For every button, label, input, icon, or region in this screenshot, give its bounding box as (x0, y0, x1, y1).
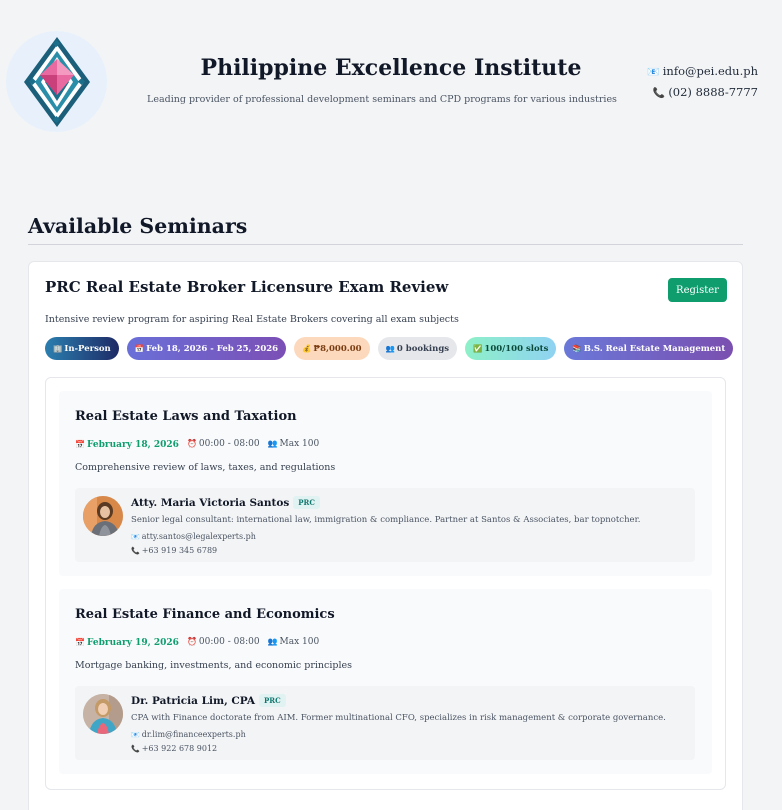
session-capacity: 👥 Max 100 (268, 637, 320, 648)
session-title: Real Estate Laws and Taxation (75, 409, 297, 424)
speaker-photo-icon (83, 694, 123, 734)
badge-format-label: In-Person (64, 343, 111, 354)
site-subtitle: Leading provider of professional develop… (147, 94, 617, 105)
speaker-bio: Senior legal consultant: international l… (131, 515, 641, 525)
diamond-logo-icon (23, 36, 90, 127)
speaker-phone-text: +63 922 678 9012 (141, 744, 218, 753)
speaker-email[interactable]: 📧 dr.lim@financeexperts.ph (131, 730, 246, 739)
books-icon: 📚 (572, 344, 582, 353)
register-button[interactable]: Register (668, 278, 727, 302)
session-time: ⏰ 00:00 - 08:00 (187, 439, 260, 450)
badge-degree: 📚 B.S. Real Estate Management (564, 337, 734, 360)
envelope-icon: 📧 (647, 67, 660, 78)
session-date-text: February 19, 2026 (86, 638, 179, 648)
badge-degree-label: B.S. Real Estate Management (583, 343, 726, 354)
session-description: Comprehensive review of laws, taxes, and… (75, 462, 336, 473)
session-meta: 📅 February 19, 2026 ⏰ 00:00 - 08:00 👥 Max 1… (75, 637, 319, 648)
phone-icon: 📞 (652, 88, 666, 99)
session-item: Real Estate Finance and Economics 📅 Febru… (59, 589, 712, 774)
session-time-text: 00:00 - 08:00 (198, 439, 260, 449)
speaker-card: Dr. Patricia Lim, CPA PRC CPA with Financ… (75, 686, 695, 760)
building-icon: 🏢 (53, 344, 63, 353)
session-meta: 📅 February 18, 2026 ⏰ 00:00 - 08:00 👥 Max 1… (75, 439, 319, 450)
section-title: Available Seminars (28, 214, 248, 238)
session-time: ⏰ 00:00 - 08:00 (187, 637, 260, 648)
session-capacity: 👥 Max 100 (268, 439, 320, 450)
badge-dates: 📅 Feb 18, 2026 - Feb 25, 2026 (126, 337, 287, 360)
contact-email-text: info@pei.edu.ph (662, 64, 758, 78)
check-icon: ✅ (473, 344, 483, 353)
speaker-name-text: Dr. Patricia Lim, CPA (131, 695, 256, 707)
speaker-avatar (83, 694, 123, 734)
people-icon: 👥 (267, 439, 278, 448)
session-time-text: 00:00 - 08:00 (198, 637, 260, 647)
people-icon: 👥 (267, 637, 278, 646)
money-bag-icon: 💰 (302, 344, 312, 353)
badge-slots-label: 100/100 slots (484, 343, 549, 354)
session-date: 📅 February 19, 2026 (75, 637, 179, 648)
session-date-text: February 18, 2026 (86, 440, 179, 450)
speaker-bio: CPA with Finance doctorate from AIM. For… (131, 713, 666, 723)
session-capacity-text: Max 100 (279, 637, 320, 647)
alarm-clock-icon: ⏰ (186, 439, 197, 448)
badge-bookings: 👥 0 bookings (377, 337, 458, 360)
badge-dates-label: Feb 18, 2026 - Feb 25, 2026 (146, 343, 279, 354)
calendar-icon: 📅 (134, 344, 145, 353)
seminar-card: PRC Real Estate Broker Licensure Exam Re… (28, 261, 743, 810)
session-title: Real Estate Finance and Economics (75, 607, 335, 622)
speaker-phone-text: +63 919 345 6789 (141, 546, 218, 555)
badge-price-label: ₱8,000.00 (313, 343, 362, 354)
alarm-clock-icon: ⏰ (186, 637, 197, 646)
badge-bookings-label: 0 bookings (396, 343, 450, 354)
envelope-icon: 📧 (131, 731, 140, 739)
speaker-name-text: Atty. Maria Victoria Santos (131, 497, 290, 509)
calendar-icon: 📅 (75, 439, 85, 449)
badge-slots: ✅ 100/100 slots (465, 337, 557, 360)
contact-phone-text: (02) 8888-7777 (668, 85, 758, 99)
speaker-email[interactable]: 📧 atty.santos@legalexperts.ph (131, 532, 256, 541)
seminar-title: PRC Real Estate Broker Licensure Exam Re… (45, 278, 449, 296)
session-description: Mortgage banking, investments, and econo… (75, 660, 353, 671)
speaker-tag: PRC (293, 496, 320, 509)
speaker-phone[interactable]: 📞 +63 922 678 9012 (131, 744, 217, 753)
speaker-name: Dr. Patricia Lim, CPA PRC (131, 694, 286, 707)
phone-icon: 📞 (131, 547, 140, 555)
badge-format: 🏢 In-Person (45, 337, 119, 360)
speaker-email-text: dr.lim@financeexperts.ph (141, 730, 246, 739)
speaker-name: Atty. Maria Victoria Santos PRC (131, 496, 320, 509)
session-item: Real Estate Laws and Taxation 📅 February … (59, 391, 712, 576)
seminar-badges: 🏢 In-Person 📅 Feb 18, 2026 - Feb 25, 2026 … (45, 337, 734, 360)
envelope-icon: 📧 (131, 533, 140, 541)
site-header: Philippine Excellence Institute Leading … (0, 0, 782, 170)
speaker-photo-icon (83, 496, 123, 536)
badge-price: 💰 ₱8,000.00 (294, 337, 370, 360)
speaker-email-text: atty.santos@legalexperts.ph (141, 532, 256, 541)
speaker-phone[interactable]: 📞 +63 919 345 6789 (131, 546, 217, 555)
section-divider (28, 244, 743, 245)
speaker-avatar (83, 496, 123, 536)
sessions-list: Real Estate Laws and Taxation 📅 February … (45, 377, 726, 790)
calendar-icon: 📅 (75, 637, 85, 647)
contact-phone[interactable]: 📞 (02) 8888-7777 (653, 85, 758, 99)
institute-logo (6, 31, 107, 132)
speaker-tag: PRC (259, 694, 286, 707)
people-icon: 👥 (385, 344, 395, 353)
phone-icon: 📞 (131, 745, 140, 753)
contact-email[interactable]: 📧 info@pei.edu.ph (647, 64, 758, 78)
session-capacity-text: Max 100 (279, 439, 320, 449)
seminar-description: Intensive review program for aspiring Re… (45, 314, 459, 325)
session-date: 📅 February 18, 2026 (75, 439, 179, 450)
speaker-card: Atty. Maria Victoria Santos PRC Senior le… (75, 488, 695, 562)
